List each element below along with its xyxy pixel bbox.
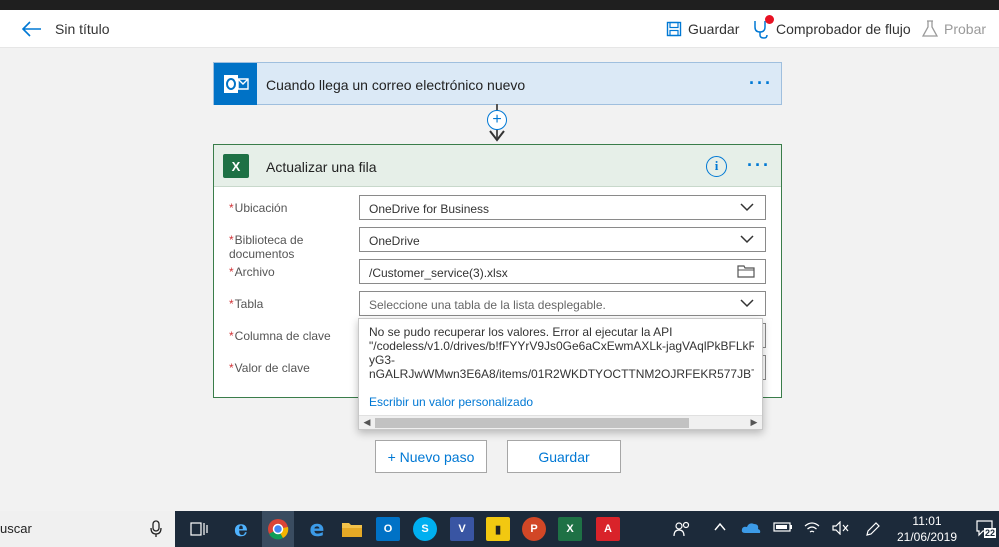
save-header-button[interactable]: Guardar	[666, 18, 739, 40]
chrome-icon[interactable]	[266, 517, 290, 541]
archivo-label: *Archivo	[229, 265, 275, 279]
tabla-dropdown-popup: No se pudo recuperar los valores. Error …	[358, 318, 763, 430]
notification-icon[interactable]: 22	[975, 519, 999, 539]
action-title: Actualizar una fila	[266, 159, 377, 175]
archivo-field[interactable]: /Customer_service(3).xlsx	[359, 259, 766, 284]
powerbi-icon[interactable]: ▮	[486, 517, 510, 541]
folder-icon[interactable]	[737, 264, 755, 278]
clock-time: 11:01	[912, 514, 942, 528]
window-top-strip	[0, 0, 999, 10]
ubicacion-value: OneDrive for Business	[369, 202, 490, 216]
chevron-down-icon	[740, 299, 754, 308]
scroll-right-icon[interactable]: ▶	[748, 417, 760, 428]
test-button[interactable]: Probar	[922, 18, 986, 40]
valor-label: *Valor de clave	[229, 361, 310, 375]
back-arrow-icon[interactable]	[20, 18, 44, 40]
chevron-up-icon[interactable]	[713, 521, 727, 536]
chevron-down-icon	[740, 235, 754, 244]
microphone-icon[interactable]	[150, 520, 162, 538]
biblioteca-value: OneDrive	[369, 234, 420, 248]
powerpoint-icon[interactable]: P	[522, 517, 546, 541]
action-more-icon[interactable]: ···	[747, 156, 771, 174]
tabla-dropdown[interactable]: Seleccione una tabla de la lista despleg…	[359, 291, 766, 316]
test-label: Probar	[944, 21, 987, 37]
connector-arrow-icon	[489, 130, 505, 142]
flow-checker-label: Comprobador de flujo	[776, 21, 911, 37]
ie-icon[interactable]: e	[229, 516, 253, 542]
action-card-header[interactable]: X Actualizar una fila i ···	[214, 145, 781, 187]
battery-icon[interactable]	[773, 521, 793, 536]
tabla-label: *Tabla	[229, 297, 264, 311]
chevron-down-icon	[740, 203, 754, 212]
scroll-left-icon[interactable]: ◀	[361, 417, 373, 428]
ubicacion-dropdown[interactable]: OneDrive for Business	[359, 195, 766, 220]
archivo-value: /Customer_service(3).xlsx	[369, 266, 508, 280]
outlook-taskbar-icon[interactable]: O	[376, 517, 400, 541]
designer-header: Sin título Guardar Comprobador de flujo …	[0, 10, 999, 48]
horizontal-scrollbar[interactable]: ◀ ▶	[359, 415, 762, 429]
pen-icon[interactable]	[865, 521, 881, 540]
file-explorer-icon[interactable]	[340, 517, 364, 541]
task-view-icon[interactable]	[187, 517, 211, 541]
notification-count: 22	[984, 528, 997, 538]
biblioteca-dropdown[interactable]: OneDrive	[359, 227, 766, 252]
trigger-more-icon[interactable]: ···	[749, 74, 773, 92]
trigger-card[interactable]: Cuando llega un correo electrónico nuevo…	[213, 62, 782, 105]
columna-label: *Columna de clave	[229, 329, 331, 343]
volume-muted-icon[interactable]	[832, 520, 850, 538]
checker-alert-dot	[765, 15, 774, 24]
info-icon[interactable]: i	[706, 156, 727, 177]
trigger-title: Cuando llega un correo electrónico nuevo	[266, 77, 526, 93]
acrobat-icon[interactable]: A	[596, 517, 620, 541]
flow-checker-button[interactable]: Comprobador de flujo	[752, 18, 911, 40]
taskbar-clock[interactable]: 11:01 21/06/2019	[893, 513, 961, 545]
people-icon[interactable]	[673, 521, 691, 540]
custom-value-link[interactable]: Escribir un valor personalizado	[369, 395, 533, 409]
clock-date: 21/06/2019	[896, 530, 958, 544]
biblioteca-label: *Biblioteca de documentos	[229, 233, 304, 261]
error-message: No se pudo recuperar los valores. Error …	[369, 325, 754, 381]
flow-title[interactable]: Sin título	[55, 21, 109, 37]
insert-step-icon[interactable]: +	[487, 110, 507, 130]
edge-icon[interactable]: e	[305, 517, 329, 542]
excel-taskbar-icon[interactable]: X	[558, 517, 582, 541]
onedrive-icon[interactable]	[741, 521, 761, 538]
flask-icon	[922, 20, 938, 37]
outlook-icon	[214, 63, 257, 105]
windows-taskbar: uscar e e O S V ▮ P X A 11:01 21/06/2019	[0, 511, 999, 547]
tabla-placeholder: Seleccione una tabla de la lista despleg…	[369, 298, 606, 312]
skype-icon[interactable]: S	[413, 517, 437, 541]
new-step-button[interactable]: + Nuevo paso	[375, 440, 487, 473]
ubicacion-label: *Ubicación	[229, 201, 288, 215]
visio-icon[interactable]: V	[450, 517, 474, 541]
taskbar-search[interactable]: uscar	[0, 511, 175, 547]
excel-icon: X	[223, 154, 249, 178]
save-header-label: Guardar	[688, 21, 740, 37]
wifi-icon[interactable]	[803, 521, 821, 538]
search-text: uscar	[0, 521, 32, 536]
scrollbar-thumb[interactable]	[375, 418, 689, 428]
save-button[interactable]: Guardar	[507, 440, 621, 473]
save-icon	[666, 21, 682, 37]
